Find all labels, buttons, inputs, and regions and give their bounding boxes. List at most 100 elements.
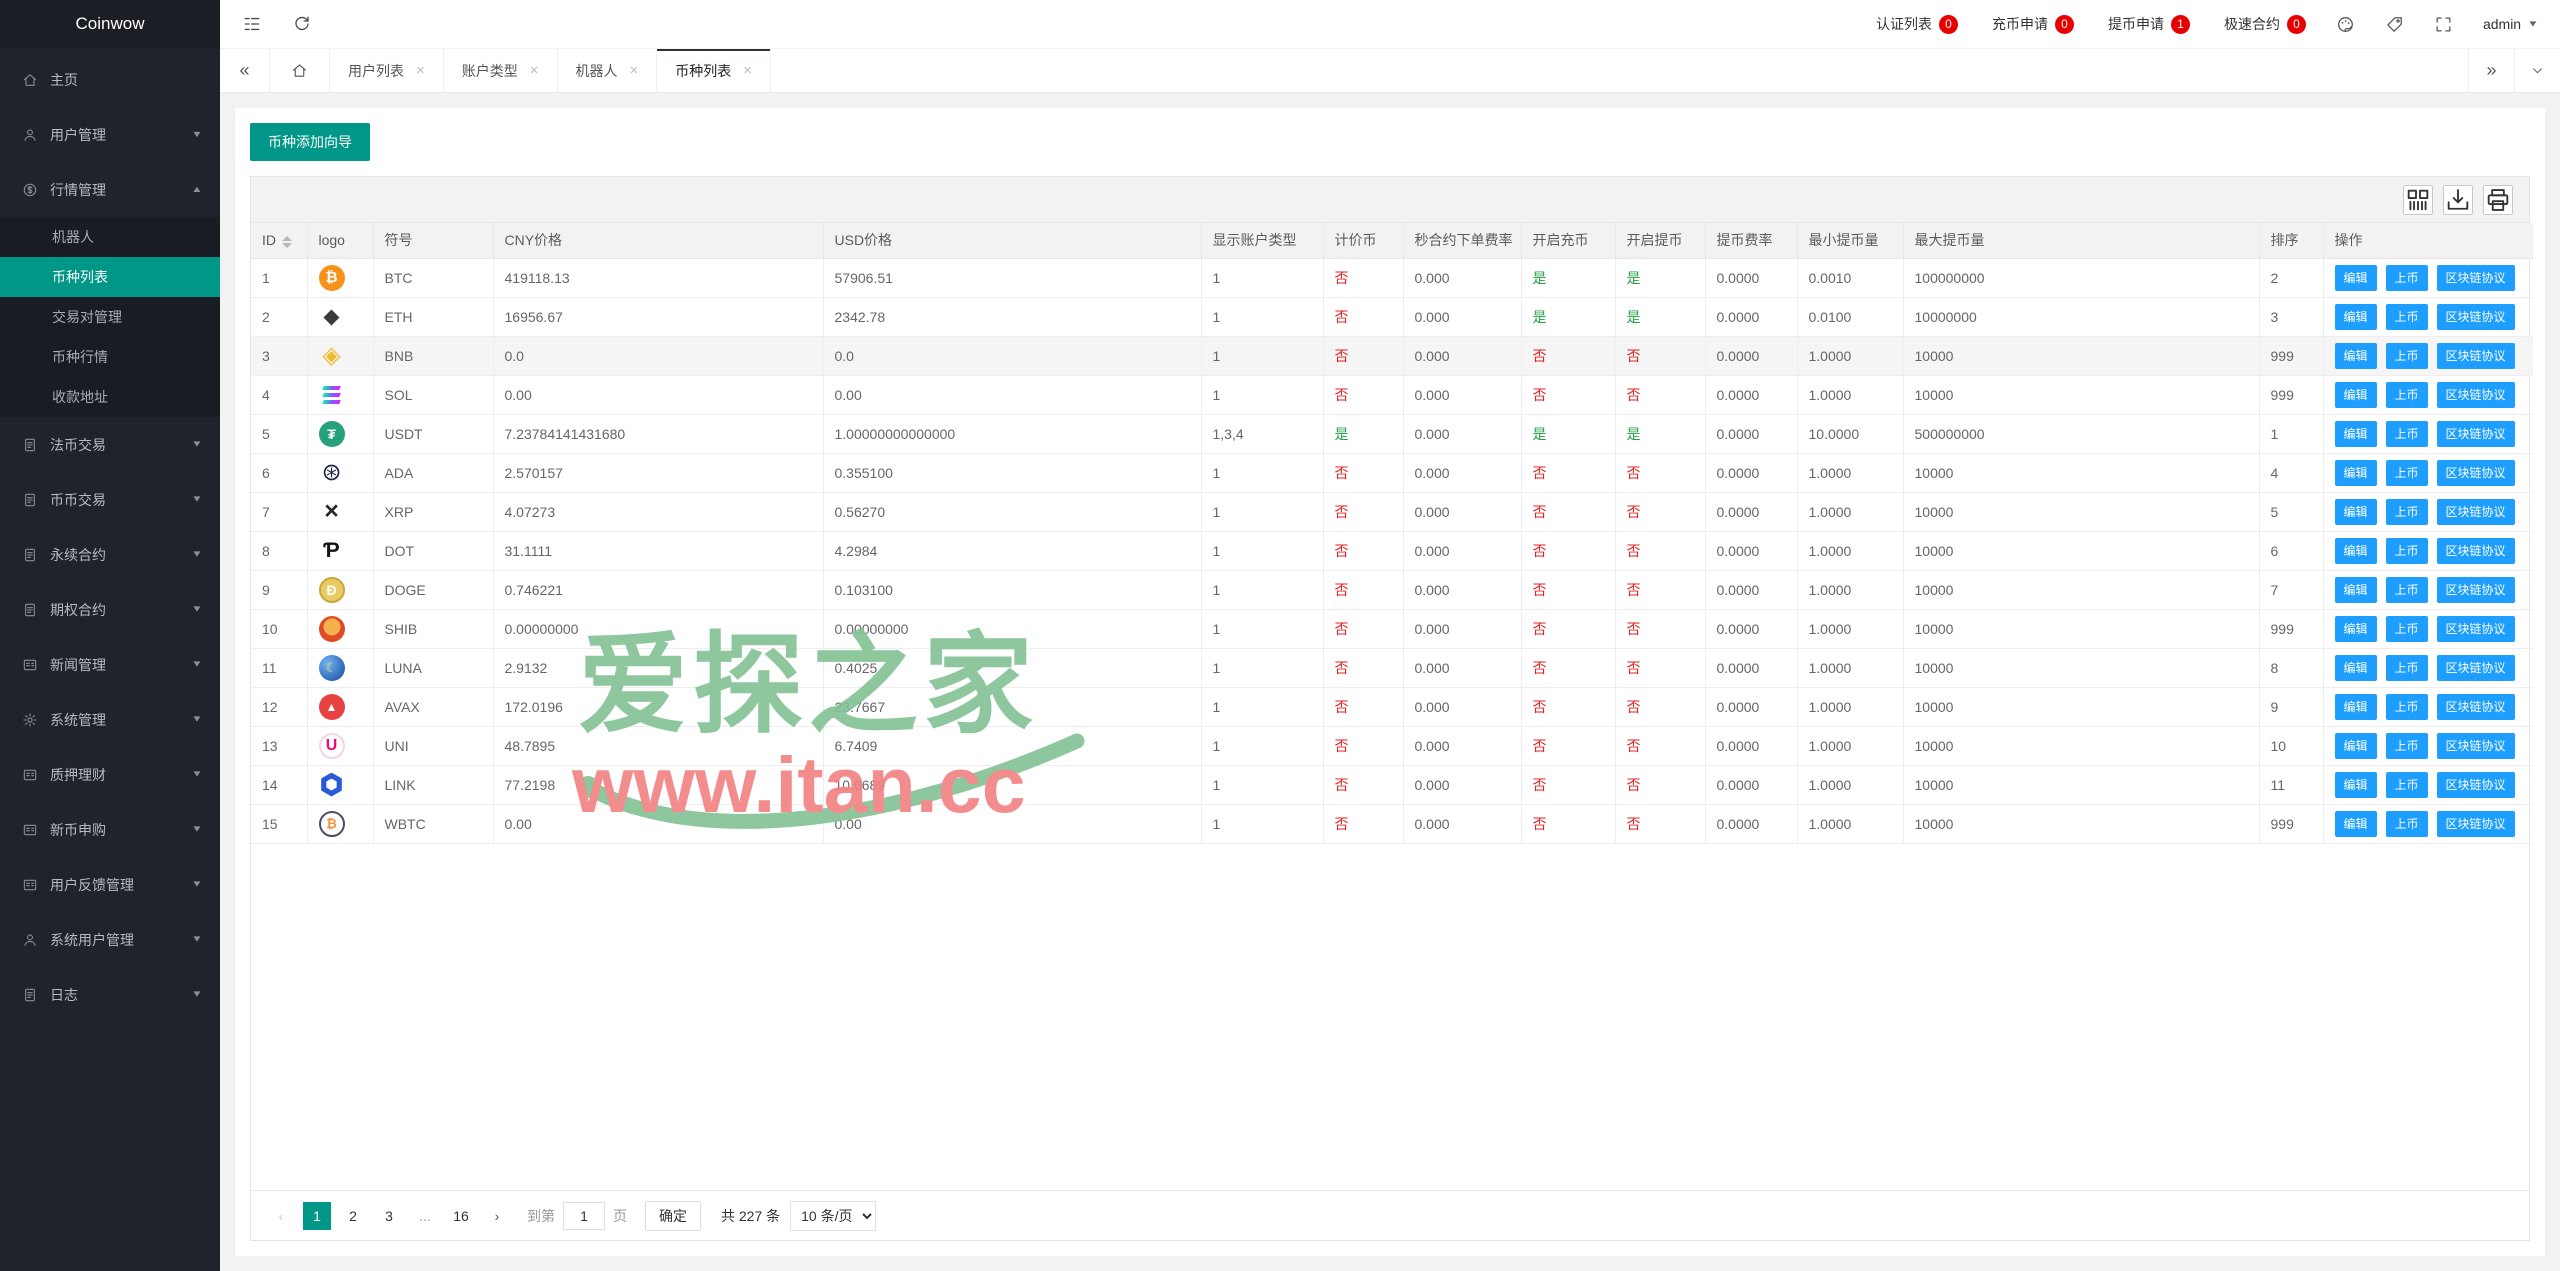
sidebar-item-fiat-trade[interactable]: 法币交易▼ <box>0 417 220 472</box>
sidebar-item-options-contract[interactable]: 期权合约▼ <box>0 582 220 637</box>
blockchain-protocol-button[interactable]: 区块链协议 <box>2437 265 2515 291</box>
edit-button[interactable]: 编辑 <box>2335 499 2377 525</box>
blockchain-protocol-button[interactable]: 区块链协议 <box>2437 772 2515 798</box>
tab-account-type[interactable]: 账户类型× <box>444 49 558 92</box>
list-coin-button[interactable]: 上币 <box>2386 616 2428 642</box>
edit-button[interactable]: 编辑 <box>2335 694 2377 720</box>
fullscreen-icon[interactable] <box>2434 15 2453 34</box>
notice-deposit-request[interactable]: 充币申请0 <box>1992 14 2074 34</box>
page-button-3[interactable]: 3 <box>375 1202 403 1230</box>
blockchain-protocol-button[interactable]: 区块链协议 <box>2437 577 2515 603</box>
sidebar-item-system-users[interactable]: 系统用户管理▼ <box>0 912 220 967</box>
blockchain-protocol-button[interactable]: 区块链协议 <box>2437 733 2515 759</box>
blockchain-protocol-button[interactable]: 区块链协议 <box>2437 655 2515 681</box>
tab-robots[interactable]: 机器人× <box>558 49 658 92</box>
list-coin-button[interactable]: 上币 <box>2386 811 2428 837</box>
sidebar-item-system-manage[interactable]: 系统管理▼ <box>0 692 220 747</box>
sidebar-item-logs[interactable]: 日志▼ <box>0 967 220 1022</box>
blockchain-protocol-button[interactable]: 区块链协议 <box>2437 499 2515 525</box>
sidebar-subitem-coin-market[interactable]: 币种行情 <box>0 337 220 377</box>
notice-fast-contract[interactable]: 极速合约0 <box>2224 14 2306 34</box>
sidebar-subitem-robots[interactable]: 机器人 <box>0 217 220 257</box>
edit-button[interactable]: 编辑 <box>2335 460 2377 486</box>
column-header[interactable]: ID <box>251 223 307 258</box>
goto-confirm-button[interactable]: 确定 <box>645 1201 701 1231</box>
list-coin-button[interactable]: 上币 <box>2386 499 2428 525</box>
blockchain-protocol-button[interactable]: 区块链协议 <box>2437 343 2515 369</box>
sidebar-item-new-coin-subscribe[interactable]: 新币申购▼ <box>0 802 220 857</box>
close-icon[interactable]: × <box>630 62 639 79</box>
tabs-scroll-left-icon[interactable]: « <box>220 49 270 92</box>
sidebar-subitem-payment-address[interactable]: 收款地址 <box>0 377 220 417</box>
edit-button[interactable]: 编辑 <box>2335 616 2377 642</box>
edit-button[interactable]: 编辑 <box>2335 304 2377 330</box>
export-button[interactable] <box>2443 185 2473 215</box>
blockchain-protocol-button[interactable]: 区块链协议 <box>2437 538 2515 564</box>
page-button-16[interactable]: 16 <box>447 1202 475 1230</box>
sidebar-subitem-pairs-manage[interactable]: 交易对管理 <box>0 297 220 337</box>
list-coin-button[interactable]: 上币 <box>2386 655 2428 681</box>
edit-button[interactable]: 编辑 <box>2335 772 2377 798</box>
list-coin-button[interactable]: 上币 <box>2386 421 2428 447</box>
sidebar-item-home[interactable]: 主页 <box>0 52 220 107</box>
sidebar-item-user-manage[interactable]: 用户管理▼ <box>0 107 220 162</box>
close-icon[interactable]: × <box>743 62 752 79</box>
sidebar-item-staking-finance[interactable]: 质押理财▼ <box>0 747 220 802</box>
notice-auth-list[interactable]: 认证列表0 <box>1876 14 1958 34</box>
blockchain-protocol-button[interactable]: 区块链协议 <box>2437 304 2515 330</box>
page-prev-button[interactable]: ‹ <box>267 1202 295 1230</box>
sidebar-item-user-feedback[interactable]: 用户反馈管理▼ <box>0 857 220 912</box>
refresh-icon[interactable] <box>292 14 312 34</box>
blockchain-protocol-button[interactable]: 区块链协议 <box>2437 694 2515 720</box>
page-next-button[interactable]: › <box>483 1202 511 1230</box>
list-coin-button[interactable]: 上币 <box>2386 772 2428 798</box>
edit-button[interactable]: 编辑 <box>2335 538 2377 564</box>
tabs-menu-icon[interactable] <box>2514 49 2560 92</box>
list-coin-button[interactable]: 上币 <box>2386 460 2428 486</box>
blockchain-protocol-button[interactable]: 区块链协议 <box>2437 382 2515 408</box>
user-menu[interactable]: admin ▼ <box>2483 16 2538 32</box>
sidebar-item-news-manage[interactable]: 新闻管理▼ <box>0 637 220 692</box>
edit-button[interactable]: 编辑 <box>2335 655 2377 681</box>
theme-palette-icon[interactable] <box>2336 15 2355 34</box>
close-icon[interactable]: × <box>416 62 425 79</box>
notice-withdraw-request[interactable]: 提币申请1 <box>2108 14 2190 34</box>
list-coin-button[interactable]: 上币 <box>2386 265 2428 291</box>
edit-button[interactable]: 编辑 <box>2335 811 2377 837</box>
blockchain-protocol-button[interactable]: 区块链协议 <box>2437 421 2515 447</box>
list-coin-button[interactable]: 上币 <box>2386 733 2428 759</box>
tab-user-list[interactable]: 用户列表× <box>330 49 444 92</box>
tab-coin-list[interactable]: 币种列表× <box>657 49 771 92</box>
edit-button[interactable]: 编辑 <box>2335 733 2377 759</box>
list-coin-button[interactable]: 上币 <box>2386 577 2428 603</box>
edit-button[interactable]: 编辑 <box>2335 421 2377 447</box>
list-coin-button[interactable]: 上币 <box>2386 538 2428 564</box>
blockchain-protocol-button[interactable]: 区块链协议 <box>2437 616 2515 642</box>
edit-button[interactable]: 编辑 <box>2335 577 2377 603</box>
sidebar-item-market-manage[interactable]: 行情管理▲ <box>0 162 220 217</box>
tag-icon[interactable] <box>2385 15 2404 34</box>
close-icon[interactable]: × <box>530 62 539 79</box>
goto-page-input[interactable] <box>563 1202 605 1230</box>
page-button-2[interactable]: 2 <box>339 1202 367 1230</box>
tab-home[interactable] <box>270 49 330 92</box>
blockchain-protocol-button[interactable]: 区块链协议 <box>2437 460 2515 486</box>
list-coin-button[interactable]: 上币 <box>2386 382 2428 408</box>
blockchain-protocol-button[interactable]: 区块链协议 <box>2437 811 2515 837</box>
page-button-1[interactable]: 1 <box>303 1202 331 1230</box>
list-coin-button[interactable]: 上币 <box>2386 343 2428 369</box>
filter-columns-button[interactable] <box>2403 185 2433 215</box>
print-button[interactable] <box>2483 185 2513 215</box>
sidebar-item-perpetual-contract[interactable]: 永续合约▼ <box>0 527 220 582</box>
sidebar-item-spot-trade[interactable]: 币币交易▼ <box>0 472 220 527</box>
list-coin-button[interactable]: 上币 <box>2386 304 2428 330</box>
list-coin-button[interactable]: 上币 <box>2386 694 2428 720</box>
edit-button[interactable]: 编辑 <box>2335 265 2377 291</box>
edit-button[interactable]: 编辑 <box>2335 382 2377 408</box>
sidebar-subitem-coin-list[interactable]: 币种列表 <box>0 257 220 297</box>
coin-add-wizard-button[interactable]: 币种添加向导 <box>250 123 370 161</box>
page-size-select[interactable]: 10 条/页 <box>790 1201 876 1231</box>
sort-icon[interactable] <box>282 236 292 248</box>
edit-button[interactable]: 编辑 <box>2335 343 2377 369</box>
collapse-sidebar-icon[interactable] <box>242 14 262 34</box>
